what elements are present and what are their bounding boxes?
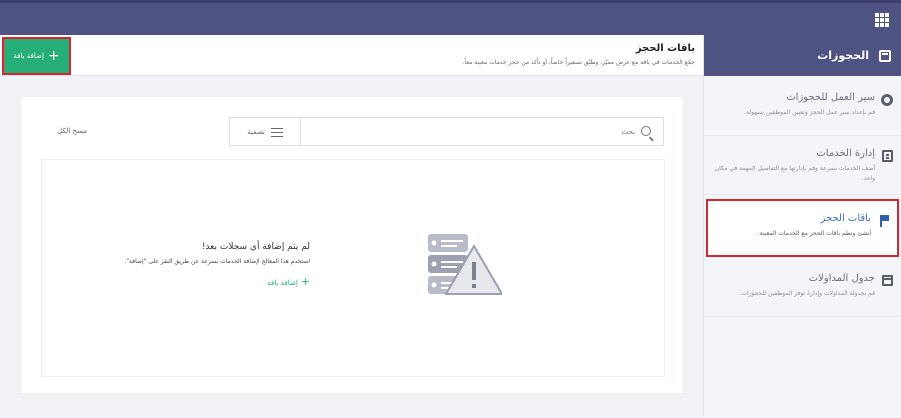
- plus-icon: +: [300, 275, 310, 288]
- search-box: [300, 117, 664, 146]
- apps-grid-icon[interactable]: [875, 13, 889, 27]
- page-title: باقات الحجز: [635, 43, 695, 54]
- search-input[interactable]: [301, 118, 663, 145]
- add-package-button[interactable]: + إضافة باقة: [4, 39, 69, 73]
- sidebar-item-packages[interactable]: باقات الحجز أنشئ ونظم باقات الحجز مع الخ…: [706, 199, 899, 257]
- sliders-icon: [270, 127, 283, 137]
- sidebar-item-schedule[interactable]: جدول المداولات قم بجدولة المداولات وإدار…: [704, 261, 901, 317]
- calendar-icon: [879, 49, 891, 62]
- gear-icon: [880, 94, 893, 107]
- empty-state-add-link[interactable]: +إضافة باقة: [100, 275, 310, 288]
- sidebar-item-desc: أضف الخدمات بسرعة وقم بإدارتها مع التفاص…: [714, 165, 875, 182]
- empty-state-title: لم يتم إضافة أي سجلات بعد!: [201, 242, 310, 252]
- empty-state-add-label: إضافة باقة: [267, 279, 298, 287]
- clear-all-link[interactable]: مسح الكل: [57, 127, 87, 135]
- top-bar: [0, 0, 901, 35]
- packages-card: مسح الكل تصفية لم يتم إضافة أي سجلات بعد…: [20, 96, 684, 394]
- empty-state-description: استخدم هذا المعالج لإضافة الخدمات بسرعة …: [124, 258, 310, 265]
- sidebar-item-desc: قم بجدولة المداولات وإدارة توفر الموظفين…: [739, 290, 875, 297]
- add-package-button-highlight: + إضافة باقة: [2, 37, 71, 75]
- sidebar-header[interactable]: الحجوزات: [704, 35, 901, 76]
- filter-label: تصفية: [247, 127, 265, 136]
- page-subtitle: جمّع الخدمات في باقة مع عرض مميّز، وطبّق…: [462, 59, 695, 66]
- sidebar-item-title: جدول المداولات: [808, 273, 875, 284]
- add-package-label: إضافة باقة: [13, 52, 44, 60]
- sidebar-item-services[interactable]: إدارة الخدمات أضف الخدمات بسرعة وقم بإدا…: [704, 136, 901, 195]
- empty-state: لم يتم إضافة أي سجلات بعد! استخدم هذا ال…: [41, 159, 665, 377]
- filter-button[interactable]: تصفية: [229, 117, 300, 146]
- page-header: باقات الحجز جمّع الخدمات في باقة مع عرض …: [0, 35, 703, 76]
- right-sidebar: الحجوزات سير العمل للحجوزات قم بإعداد سي…: [703, 35, 901, 418]
- sidebar-item-title: باقات الحجز: [820, 213, 871, 224]
- flag-icon: [876, 215, 889, 228]
- search-icon: [641, 126, 651, 136]
- empty-records-warning-icon: [428, 234, 502, 295]
- sidebar-item-desc: قم بإعداد سير عمل الحجز وتعيين الموظفين …: [744, 109, 875, 116]
- plus-icon: +: [47, 48, 60, 64]
- sidebar-item-title: إدارة الخدمات: [816, 148, 875, 159]
- sidebar-item-title: سير العمل للحجوزات: [786, 92, 875, 103]
- sidebar-item-desc: أنشئ ونظم باقات الحجز مع الخدمات المعينة…: [757, 230, 871, 237]
- calendar-icon: [880, 275, 893, 288]
- empty-state-text: لم يتم إضافة أي سجلات بعد! استخدم هذا ال…: [100, 242, 310, 288]
- document-icon: [880, 150, 893, 163]
- sidebar-header-title: الحجوزات: [817, 49, 869, 62]
- sidebar-item-workflow[interactable]: سير العمل للحجوزات قم بإعداد سير عمل الح…: [704, 80, 901, 136]
